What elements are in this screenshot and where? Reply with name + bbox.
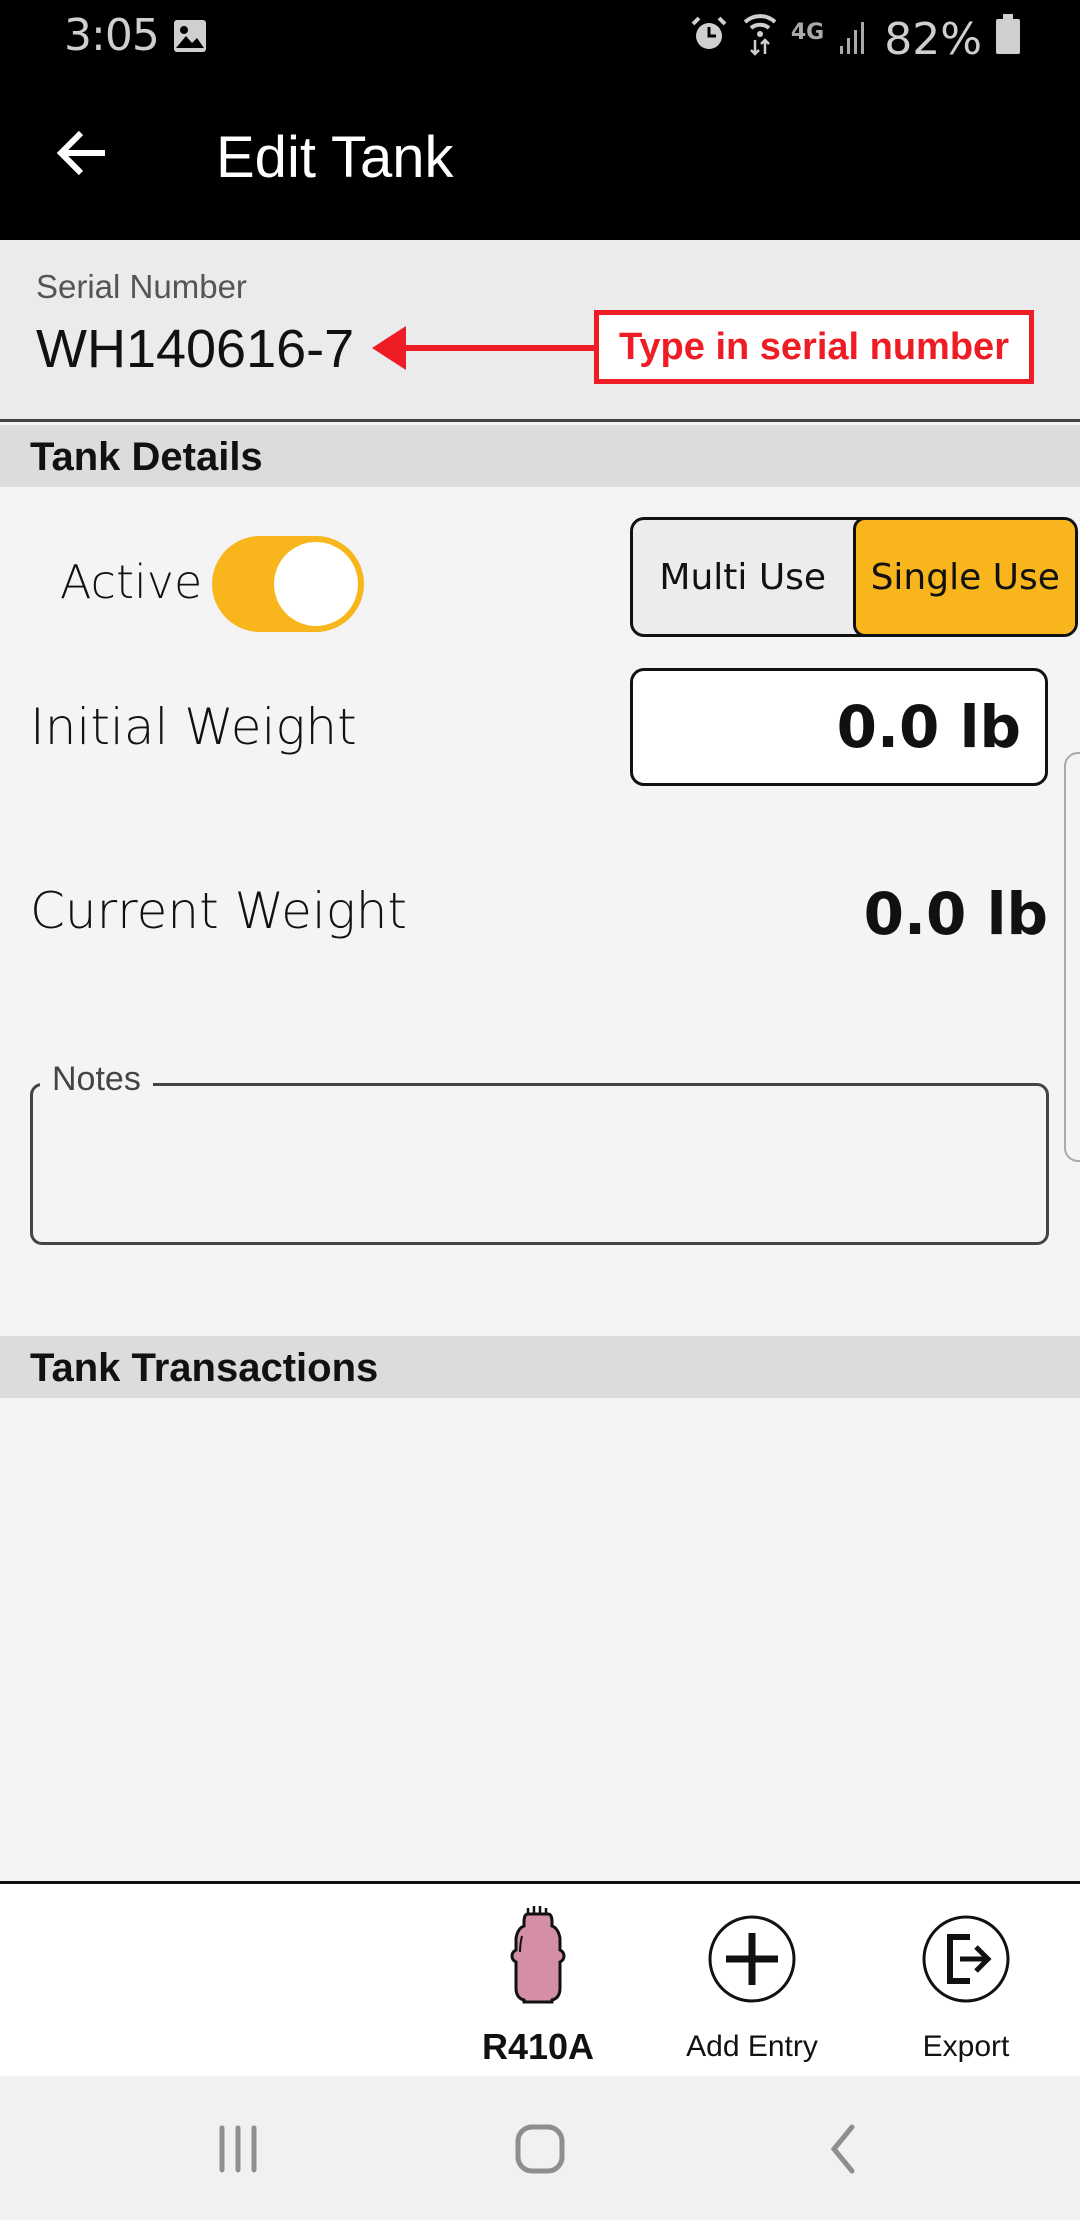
notes-label: Notes (40, 1060, 153, 1099)
back-button[interactable] (40, 112, 126, 198)
tank-details-header: Tank Details (0, 425, 1080, 487)
refrigerant-button[interactable]: R410A (448, 1884, 628, 2079)
single-use-label: Single Use (870, 556, 1060, 598)
4g-lte-icon: 4G (790, 20, 825, 45)
alarm-icon (689, 14, 729, 65)
image-icon (172, 18, 208, 59)
active-toggle[interactable] (212, 536, 364, 632)
annotation-callout: Type in serial number (594, 310, 1034, 384)
serial-number-label: Serial Number (36, 268, 247, 305)
current-weight-value: 0.0 lb (863, 880, 1048, 948)
recents-icon (214, 2124, 262, 2179)
export-button[interactable]: Export (876, 1884, 1056, 2079)
add-entry-label: Add Entry (686, 2030, 818, 2063)
add-circle-icon (702, 1904, 802, 2014)
battery-level: 82% (884, 14, 982, 65)
initial-weight-label: Initial Weight (30, 698, 357, 756)
chevron-left-icon (824, 2123, 860, 2180)
single-use-option[interactable]: Single Use (852, 520, 1075, 634)
arrow-left-icon (55, 125, 111, 186)
refrigerant-tank-icon (488, 1904, 588, 2014)
active-label: Active (60, 555, 203, 609)
export-label: Export (922, 2030, 1010, 2063)
status-time: 3:05 (64, 10, 160, 61)
tank-transactions-title: Tank Transactions (30, 1346, 379, 1390)
home-button[interactable] (490, 2116, 590, 2186)
multi-use-label: Multi Use (659, 556, 827, 598)
tank-details-title: Tank Details (30, 435, 263, 479)
toggle-knob (274, 542, 358, 626)
tank-transactions-header: Tank Transactions (0, 1336, 1080, 1398)
signal-icon (838, 14, 870, 65)
serial-number-input[interactable] (36, 318, 376, 380)
notes-input[interactable] (40, 1110, 1030, 1230)
system-back-button[interactable] (792, 2116, 892, 2186)
use-type-segmented-control: Multi Use Single Use (630, 517, 1078, 637)
annotation-arrow-icon (372, 326, 596, 370)
multi-use-option[interactable]: Multi Use (633, 520, 853, 634)
wifi-icon (743, 12, 777, 67)
edge-panel-handle[interactable] (1064, 752, 1080, 1162)
bottom-toolbar: R410A Add Entry Export (0, 1881, 1080, 2076)
page-title: Edit Tank (216, 125, 454, 190)
serial-number-section: Serial Number Type in serial number (0, 240, 1080, 422)
recents-button[interactable] (188, 2116, 288, 2186)
status-bar: 3:05 4G 82% (0, 0, 1080, 72)
initial-weight-value: 0.0 lb (836, 693, 1021, 761)
annotation-text: Type in serial number (619, 325, 1009, 368)
refrigerant-label: R410A (481, 2026, 595, 2067)
export-icon (916, 1904, 1016, 2014)
battery-icon (996, 14, 1020, 65)
transactions-list (0, 1398, 1080, 1880)
current-weight-label: Current Weight (30, 882, 408, 940)
system-nav-bar (0, 2076, 1080, 2220)
add-entry-button[interactable]: Add Entry (662, 1884, 842, 2079)
app-header: Edit Tank (0, 72, 1080, 240)
initial-weight-input[interactable]: 0.0 lb (630, 668, 1048, 786)
home-icon (514, 2123, 566, 2180)
